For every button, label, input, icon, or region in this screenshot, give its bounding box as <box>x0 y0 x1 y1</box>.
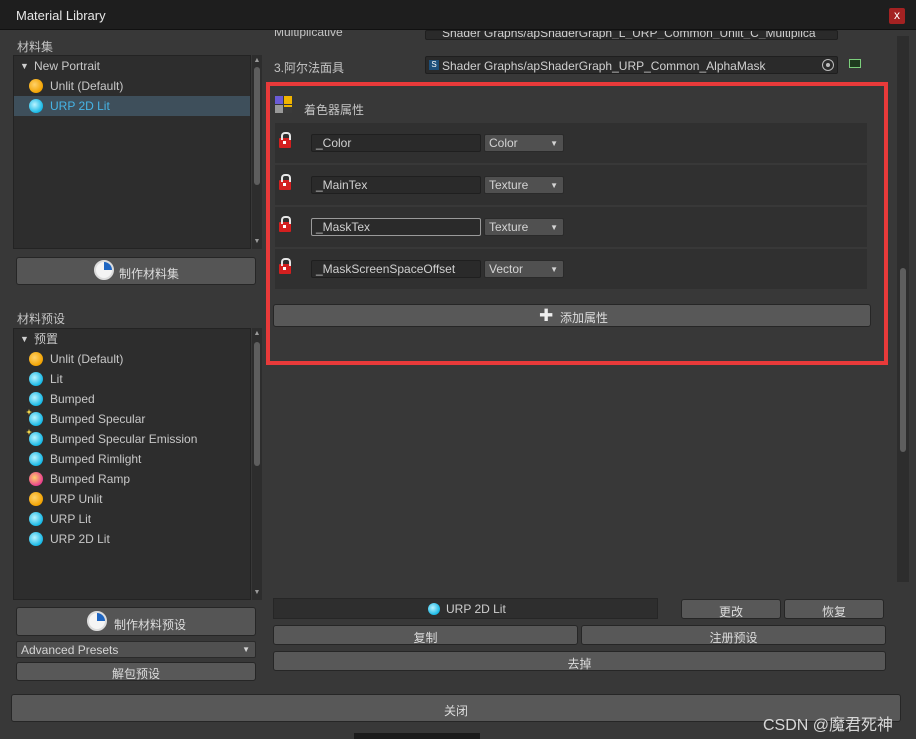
scroll-down-icon[interactable]: ▼ <box>252 238 262 245</box>
collections-scrollbar[interactable]: ▲ ▼ <box>252 55 262 249</box>
list-item-selected[interactable]: URP 2D Lit <box>14 96 250 116</box>
cyan-sphere-icon <box>29 372 43 386</box>
list-item[interactable]: URP Unlit <box>14 489 250 509</box>
watermark: CSDN @魔君死神 <box>763 717 894 734</box>
list-item[interactable]: Lit <box>14 369 250 389</box>
cyan-sparkle-sphere-icon <box>29 412 43 426</box>
cyan-sphere-icon <box>29 532 43 546</box>
shader-row-label: 3.阿尔法面具 <box>274 61 345 75</box>
cyan-sparkle-sphere-icon <box>29 432 43 446</box>
scroll-down-icon[interactable]: ▼ <box>252 589 262 596</box>
chart-mini-icon[interactable] <box>849 59 861 68</box>
presets-scrollbar[interactable]: ▲ ▼ <box>252 328 262 600</box>
window-title: Material Library <box>16 8 106 23</box>
shader-field[interactable]: Shader Graphs/apShaderGraph_L_URP_Common… <box>425 30 838 40</box>
shader-icon: S <box>429 60 439 70</box>
presets-list[interactable]: ▼ 预置 Unlit (Default) Lit Bumped Bumped S… <box>13 328 251 600</box>
list-item[interactable]: Bumped Specular <box>14 409 250 429</box>
expand-arrow-icon[interactable]: ▼ <box>20 329 29 349</box>
collections-list[interactable]: ▼ New Portrait Unlit (Default) URP 2D Li… <box>13 55 251 249</box>
scroll-thumb[interactable] <box>254 342 260 466</box>
cyan-sphere-icon <box>29 452 43 466</box>
shader-row-label: Multiplicative <box>274 30 343 39</box>
list-item[interactable]: Bumped Rimlight <box>14 449 250 469</box>
magenta-sphere-icon <box>29 472 43 486</box>
list-item[interactable]: Unlit (Default) <box>14 349 250 369</box>
object-picker-icon[interactable] <box>822 59 834 71</box>
highlight-outline <box>266 82 888 365</box>
change-button[interactable]: 更改 <box>681 599 781 619</box>
make-preset-button[interactable]: 制作材料预设 <box>16 607 256 636</box>
list-item[interactable]: Bumped Ramp <box>14 469 250 489</box>
shader-field[interactable]: S Shader Graphs/apShaderGraph_URP_Common… <box>425 56 838 74</box>
list-item-group[interactable]: ▼ New Portrait <box>14 56 250 76</box>
main-scrollbar[interactable] <box>897 36 909 582</box>
dropdown-caret-icon: ▼ <box>242 645 250 654</box>
restore-button[interactable]: 恢复 <box>784 599 884 619</box>
pie-chart-icon <box>94 260 114 280</box>
orange-sphere-icon <box>29 79 43 93</box>
unpack-preset-button[interactable]: 解包预设 <box>16 662 256 681</box>
scroll-thumb[interactable] <box>900 268 906 452</box>
make-collection-button[interactable]: 制作材料集 <box>16 257 256 285</box>
scroll-up-icon[interactable]: ▲ <box>252 57 262 64</box>
cyan-sphere-icon <box>29 99 43 113</box>
advanced-presets-select[interactable]: Advanced Presets ▼ <box>16 641 256 658</box>
cyan-sphere-icon <box>29 392 43 406</box>
list-item[interactable]: Bumped Specular Emission <box>14 429 250 449</box>
pie-chart-icon <box>87 611 107 631</box>
cyan-sphere-icon <box>428 603 440 615</box>
list-item[interactable]: Unlit (Default) <box>14 76 250 96</box>
background-image-strip <box>354 733 480 739</box>
close-window-icon[interactable]: x <box>889 8 905 24</box>
remove-button[interactable]: 去掉 <box>273 651 886 671</box>
title-bar: Material Library x <box>0 0 916 30</box>
scroll-up-icon[interactable]: ▲ <box>252 330 262 337</box>
presets-label: 材料预设 <box>17 312 66 326</box>
cyan-sphere-icon <box>29 512 43 526</box>
scroll-thumb[interactable] <box>254 67 260 185</box>
register-preset-button[interactable]: 注册预设 <box>581 625 886 645</box>
list-item-group[interactable]: ▼ 预置 <box>14 329 250 349</box>
orange-sphere-icon <box>29 352 43 366</box>
expand-arrow-icon[interactable]: ▼ <box>20 56 29 76</box>
current-material-status: URP 2D Lit <box>273 598 658 619</box>
material-library-window: Material Library x 材料集 ▼ New Portrait Un… <box>0 0 916 739</box>
orange-sphere-icon <box>29 492 43 506</box>
list-item[interactable]: Bumped <box>14 389 250 409</box>
collections-label: 材料集 <box>17 40 54 54</box>
copy-button[interactable]: 复制 <box>273 625 578 645</box>
list-item[interactable]: URP 2D Lit <box>14 529 250 549</box>
list-item[interactable]: URP Lit <box>14 509 250 529</box>
